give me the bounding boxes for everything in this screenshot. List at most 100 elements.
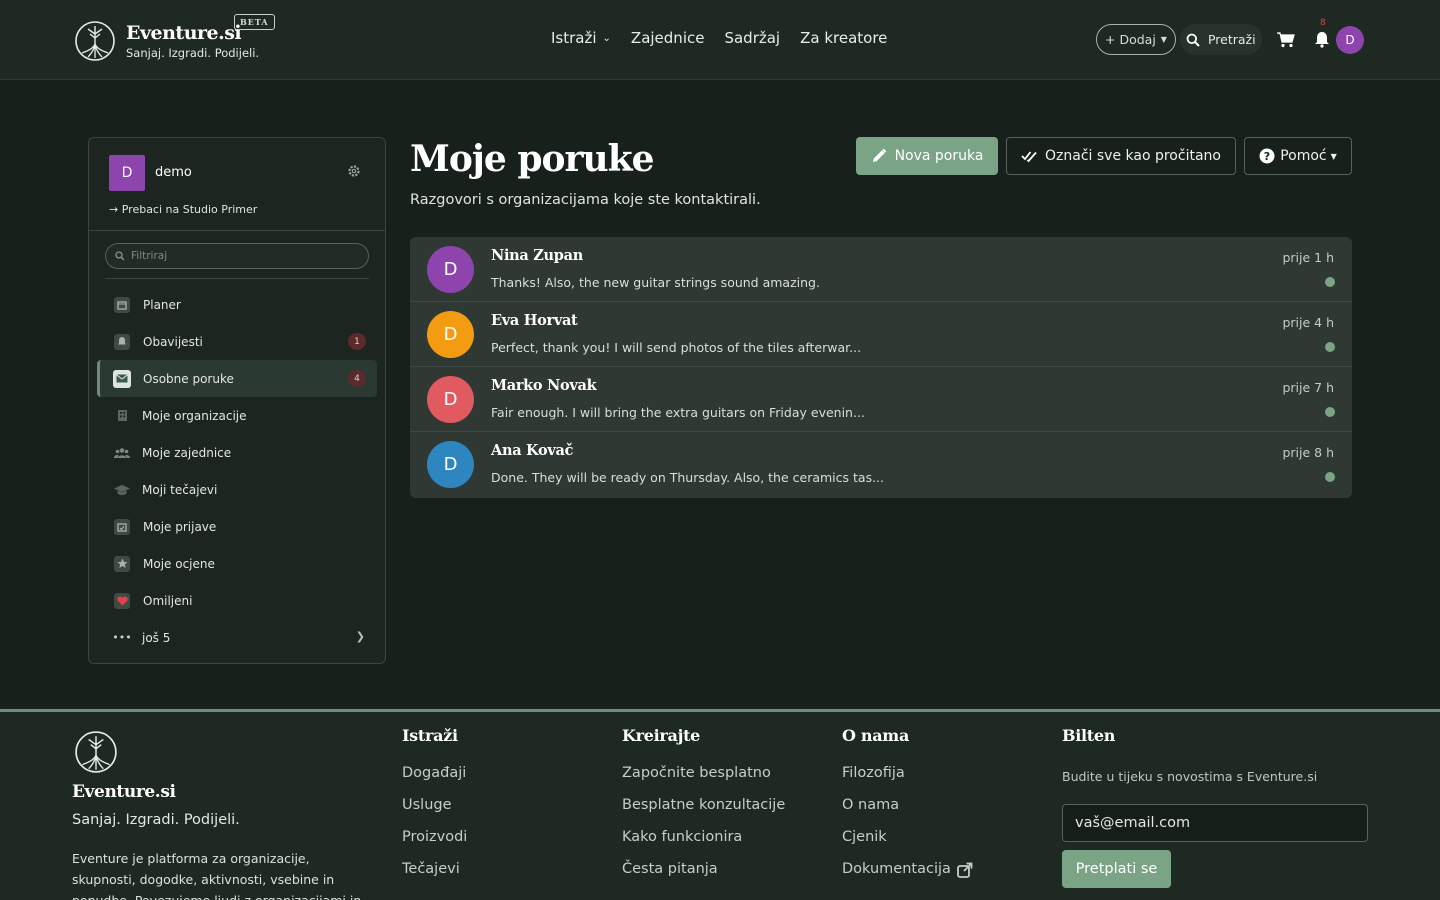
nav-za-kreatore[interactable]: Za kreatore <box>800 29 887 47</box>
sidebar-user: D demo → Prebaci na Studio Primer <box>89 138 385 231</box>
footer-col-o-nama: O nama Filozofija O nama Cjenik Dokument… <box>842 726 973 893</box>
message-time: prije 4 h <box>1282 315 1334 330</box>
footer-link[interactable]: Tečajevi <box>402 861 467 893</box>
header-actions: + Dodaj ▼ Pretraži 8 D <box>1096 18 1364 55</box>
sidebar-avatar: D <box>109 155 145 191</box>
message-time: prije 8 h <box>1282 445 1334 460</box>
new-message-button[interactable]: Nova poruka <box>856 137 998 175</box>
footer-brand: Eventure.si <box>72 782 176 802</box>
message-time: prije 1 h <box>1282 250 1334 265</box>
message-sender: Ana Kovač <box>491 442 574 459</box>
footer-col-istrazi: Istraži Događaji Usluge Proizvodi Tečaje… <box>402 726 467 893</box>
envelope-icon <box>113 369 131 388</box>
nav-istrazi[interactable]: Istraži ⌄ <box>551 29 611 47</box>
footer-link-label: Dokumentacija <box>842 861 951 877</box>
message-row[interactable]: D Ana Kovač Done. They will be ready on … <box>410 432 1352 497</box>
message-row[interactable]: D Eva Horvat Perfect, thank you! I will … <box>410 302 1352 367</box>
star-icon <box>114 555 130 572</box>
switch-studio-link[interactable]: → Prebaci na Studio Primer <box>109 203 257 216</box>
messages-badge: 4 <box>348 370 366 387</box>
sidebar-filter <box>105 243 369 269</box>
subscribe-button[interactable]: Pretplati se <box>1062 850 1171 888</box>
sidebar-item-moje-zajednice[interactable]: Moje zajednice <box>97 434 377 471</box>
nav-zajednice[interactable]: Zajednice <box>631 29 705 47</box>
nav-sadrzaj[interactable]: Sadržaj <box>724 29 780 47</box>
chevron-right-icon: ❯ <box>355 630 365 643</box>
sidebar-item-label: još 5 <box>142 630 171 645</box>
sidebar-item-label: Moje prijave <box>143 519 217 534</box>
svg-text:?: ? <box>1264 150 1270 163</box>
sidebar-item-moje-prijave[interactable]: Moje prijave <box>97 508 377 545</box>
footer-link[interactable]: Događaji <box>402 765 467 797</box>
footer-link[interactable]: O nama <box>842 797 973 829</box>
sidebar: D demo → Prebaci na Studio Primer Planer… <box>88 137 386 664</box>
bell-icon <box>1314 32 1329 48</box>
footer-link[interactable]: Kako funkcionira <box>622 829 785 861</box>
message-preview: Thanks! Also, the new guitar strings sou… <box>491 275 820 290</box>
sidebar-item-planer[interactable]: Planer <box>97 286 377 323</box>
sidebar-item-label: Obavijesti <box>143 334 203 349</box>
sidebar-menu: Planer Obavijesti 1 Osobne poruke 4 Moje… <box>97 286 377 656</box>
footer-link-docs[interactable]: Dokumentacija <box>842 861 973 893</box>
ellipsis-icon: ••• <box>112 631 132 644</box>
footer-link[interactable]: Besplatne konzultacije <box>622 797 785 829</box>
sidebar-item-more[interactable]: ••• još 5 ❯ <box>97 619 377 656</box>
brand-tagline: Sanjaj. Izgradi. Podijeli. <box>126 46 260 60</box>
notifications-button[interactable] <box>1312 30 1332 50</box>
help-label: Pomoć <box>1280 148 1327 164</box>
message-avatar: D <box>427 441 474 488</box>
footer-link[interactable]: Usluge <box>402 797 467 829</box>
bell-icon <box>114 333 130 350</box>
message-avatar: D <box>427 311 474 358</box>
footer-link[interactable]: Započnite besplatno <box>622 765 785 797</box>
footer-link[interactable]: Filozofija <box>842 765 973 797</box>
gear-icon[interactable] <box>347 164 361 178</box>
chevron-down-icon: ⌄ <box>602 32 611 44</box>
footer-link[interactable]: Cjenik <box>842 829 973 861</box>
sidebar-item-label: Moje zajednice <box>142 445 232 460</box>
search-button[interactable]: Pretraži <box>1179 24 1262 55</box>
brand-logo[interactable]: Eventure.si Sanjaj. Izgradi. Podijeli. B… <box>74 14 275 62</box>
footer-col-bilten: Bilten <box>1062 726 1115 765</box>
footer-link[interactable]: Česta pitanja <box>622 861 785 893</box>
notifications-badge: 1 <box>348 333 366 350</box>
help-button[interactable]: ? Pomoć ▼ <box>1244 137 1352 175</box>
caret-down-icon: ▼ <box>1160 35 1167 44</box>
footer-link[interactable]: Proizvodi <box>402 829 467 861</box>
message-sender: Marko Novak <box>491 377 597 394</box>
sidebar-item-omiljeni[interactable]: Omiljeni <box>97 582 377 619</box>
tree-roots-logo-icon <box>75 21 115 61</box>
search-icon <box>115 251 125 261</box>
message-row[interactable]: D Nina Zupan Thanks! Also, the new guita… <box>410 237 1352 302</box>
switch-studio-label: Prebaci na Studio Primer <box>121 203 258 216</box>
new-message-label: Nova poruka <box>894 148 984 164</box>
sidebar-item-moje-ocjene[interactable]: Moje ocjene <box>97 545 377 582</box>
sidebar-item-label: Moje ocjene <box>143 556 215 571</box>
site-footer: Eventure.si Sanjaj. Izgradi. Podijeli. E… <box>0 709 1440 900</box>
question-circle-icon: ? <box>1259 148 1275 164</box>
mark-all-read-button[interactable]: Označi sve kao pročitano <box>1006 137 1236 175</box>
footer-tagline: Sanjaj. Izgradi. Podijeli. <box>72 812 240 828</box>
user-avatar[interactable]: D <box>1336 26 1364 54</box>
page-subtitle: Razgovori s organizacijama koje ste kont… <box>410 192 761 208</box>
sidebar-item-label: Planer <box>143 297 181 312</box>
arrow-right-icon: → <box>109 203 122 216</box>
newsletter-email-input[interactable] <box>1062 804 1368 842</box>
message-row[interactable]: D Marko Novak Fair enough. I will bring … <box>410 367 1352 432</box>
sidebar-item-moje-organizacije[interactable]: Moje organizacije <box>97 397 377 434</box>
tree-roots-logo-icon <box>75 731 117 773</box>
add-button[interactable]: + Dodaj ▼ <box>1096 24 1176 55</box>
graduation-cap-icon <box>113 481 131 499</box>
footer-col-title: Istraži <box>402 726 458 745</box>
sidebar-item-moji-tecajevi[interactable]: Moji tečajevi <box>97 471 377 508</box>
heart-icon <box>114 592 130 609</box>
footer-col-kreirajte: Kreirajte Započnite besplatno Besplatne … <box>622 726 785 893</box>
filter-input[interactable] <box>131 250 351 262</box>
calendar-check-icon <box>114 518 130 535</box>
sidebar-item-obavijesti[interactable]: Obavijesti 1 <box>97 323 377 360</box>
page-title: Moje poruke <box>410 138 654 180</box>
users-icon <box>113 444 131 462</box>
caret-down-icon: ▼ <box>1330 151 1337 161</box>
sidebar-item-osobne-poruke[interactable]: Osobne poruke 4 <box>97 360 377 397</box>
cart-button[interactable] <box>1276 30 1296 50</box>
